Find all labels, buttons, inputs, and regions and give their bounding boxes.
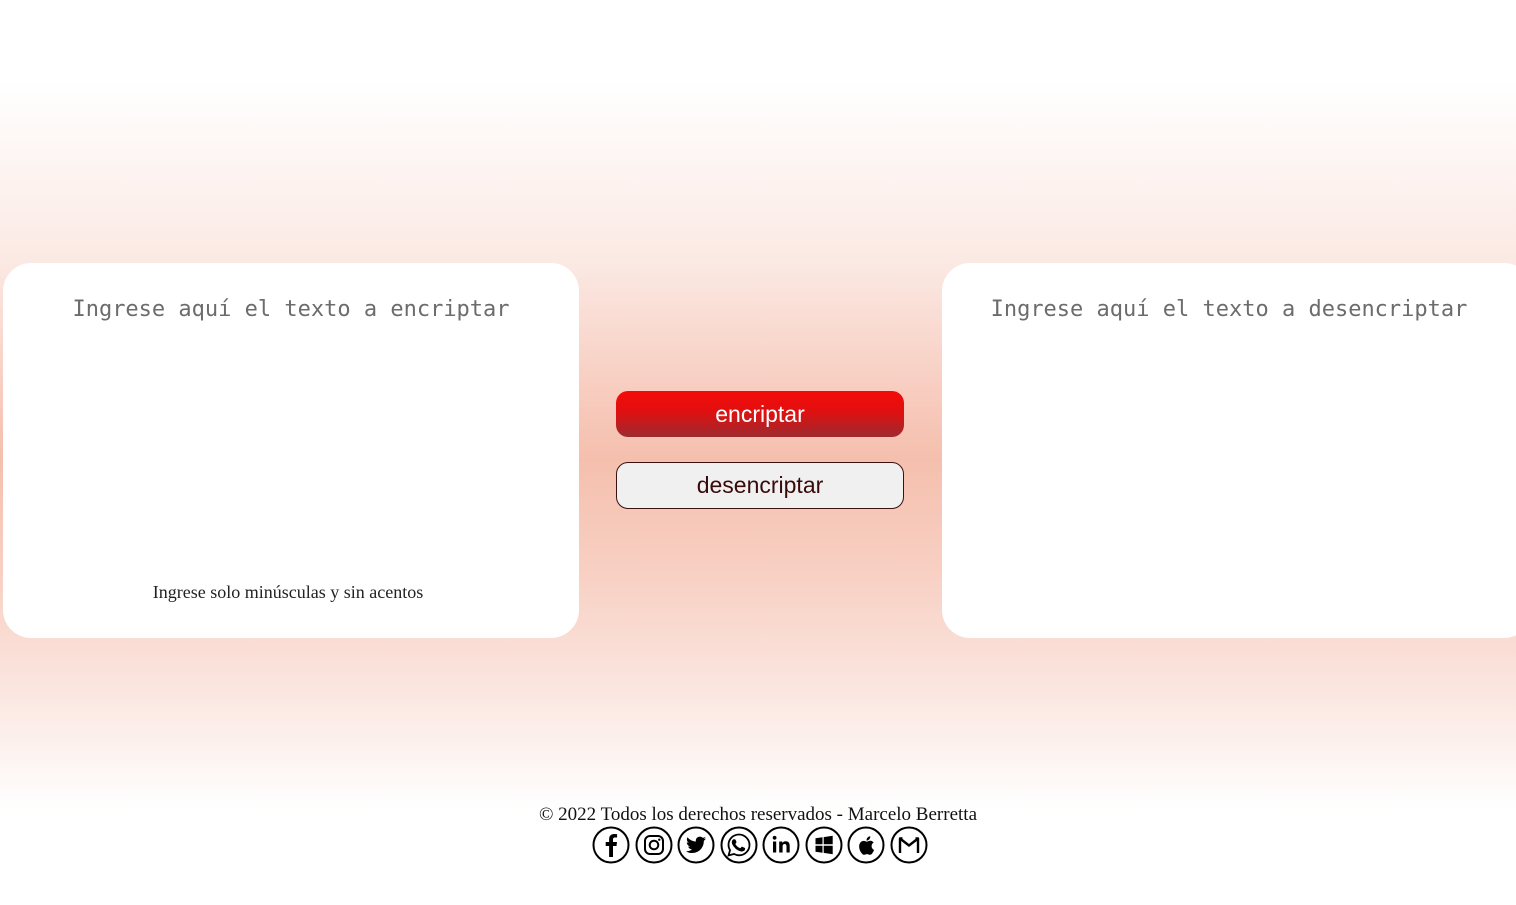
- gmail-icon[interactable]: [890, 826, 929, 864]
- copyright-text: © 2022 Todos los derechos reservados - M…: [538, 804, 977, 825]
- encrypt-input[interactable]: [3, 291, 579, 551]
- decrypt-panel: [942, 263, 1516, 638]
- linkedin-icon[interactable]: [762, 826, 801, 864]
- decrypt-input[interactable]: [942, 291, 1516, 551]
- social-links: [592, 826, 928, 864]
- whatsapp-icon[interactable]: [720, 826, 759, 864]
- windows-icon[interactable]: [805, 826, 844, 864]
- twitter-icon[interactable]: [677, 826, 716, 864]
- instagram-icon[interactable]: [635, 826, 674, 864]
- facebook-icon[interactable]: [592, 826, 631, 864]
- encrypt-button[interactable]: encriptar: [616, 391, 904, 437]
- decrypt-button[interactable]: desencriptar: [616, 462, 904, 509]
- encrypt-hint: Ingrese solo minúsculas y sin acentos: [152, 582, 424, 602]
- apple-icon[interactable]: [847, 826, 886, 864]
